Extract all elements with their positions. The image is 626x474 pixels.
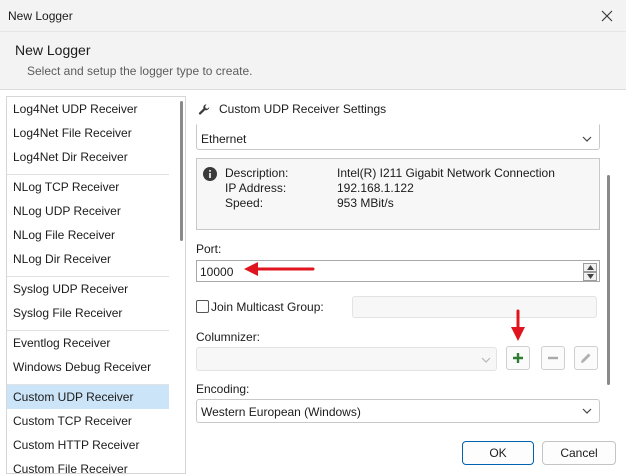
spin-down-button[interactable] [583, 272, 597, 281]
pencil-icon [581, 353, 591, 363]
minus-icon [548, 356, 558, 360]
ok-button[interactable]: OK [462, 441, 534, 465]
settings-title: Custom UDP Receiver Settings [219, 102, 387, 116]
logger-type-item[interactable]: Windows Debug Receiver [7, 355, 169, 379]
ip-address-label: IP Address: [225, 181, 287, 195]
logger-type-item[interactable]: NLog UDP Receiver [7, 199, 169, 223]
network-adapter-select[interactable]: Ethernet [196, 124, 600, 150]
close-button[interactable] [594, 4, 620, 28]
encoding-select[interactable]: Western European (Windows) [196, 399, 600, 423]
chevron-down-icon [586, 274, 594, 279]
port-input[interactable]: 10000 [196, 260, 600, 282]
chevron-up-icon [586, 265, 594, 270]
title-bar: New Logger [0, 0, 626, 32]
speed-value: 953 MBit/s [337, 196, 394, 210]
plus-icon [513, 353, 523, 363]
close-icon [601, 10, 613, 22]
spin-up-button[interactable] [583, 263, 597, 272]
encoding-label: Encoding: [196, 382, 250, 396]
ip-address-value: 192.168.1.122 [337, 181, 414, 195]
description-label: Description: [225, 166, 289, 180]
list-scrollbar[interactable] [180, 101, 183, 241]
speed-label: Speed: [225, 196, 264, 210]
edit-columnizer-button[interactable] [574, 346, 598, 370]
wrench-icon [198, 103, 210, 115]
ok-button-label: OK [489, 446, 507, 460]
logger-type-item[interactable]: NLog Dir Receiver [7, 247, 169, 271]
cancel-button-label: Cancel [560, 446, 598, 460]
dialog-header: New Logger Select and setup the logger t… [0, 32, 626, 90]
logger-type-item[interactable]: Syslog File Receiver [7, 301, 169, 325]
logger-type-list-items: Log4Net UDP Receiver Log4Net File Receive… [7, 97, 169, 473]
port-value: 10000 [200, 265, 234, 279]
join-multicast-checkbox[interactable] [196, 300, 209, 313]
multicast-group-input[interactable] [352, 296, 597, 318]
chevron-down-icon [481, 357, 491, 363]
logger-type-item[interactable]: Log4Net Dir Receiver [7, 145, 169, 169]
network-adapter-value: Ethernet [201, 132, 247, 146]
header-subtitle: Select and setup the logger type to crea… [27, 64, 253, 78]
info-icon [203, 167, 217, 181]
settings-header: Custom UDP Receiver Settings [198, 100, 386, 118]
logger-type-item[interactable]: Eventlog Receiver [7, 331, 169, 355]
join-multicast-label: Join Multicast Group: [211, 300, 324, 314]
logger-type-item[interactable]: Log4Net File Receiver [7, 121, 169, 145]
logger-type-item[interactable]: NLog File Receiver [7, 223, 169, 247]
network-info-panel: Description: Intel(R) I211 Gigabit Netwo… [196, 158, 600, 230]
logger-type-list[interactable]: Log4Net UDP Receiver Log4Net File Receive… [6, 96, 186, 474]
columnizer-label: Columnizer: [196, 330, 261, 344]
logger-type-item[interactable]: Custom TCP Receiver [7, 409, 169, 433]
logger-type-item[interactable]: Custom HTTP Receiver [7, 433, 169, 457]
logger-type-item[interactable]: Custom File Receiver [7, 457, 169, 473]
window-title: New Logger [8, 9, 73, 23]
chevron-down-icon [582, 408, 592, 414]
chevron-down-icon [582, 136, 592, 142]
cancel-button[interactable]: Cancel [542, 441, 616, 465]
description-value: Intel(R) I211 Gigabit Network Connection [337, 166, 555, 180]
settings-scrollbar[interactable] [607, 175, 610, 385]
logger-type-item[interactable]: Custom UDP Receiver [7, 385, 169, 409]
add-columnizer-button[interactable] [506, 346, 530, 370]
logger-type-item[interactable]: Log4Net UDP Receiver [7, 97, 169, 121]
columnizer-select[interactable] [196, 347, 497, 371]
logger-type-item[interactable]: Syslog UDP Receiver [7, 277, 169, 301]
remove-columnizer-button[interactable] [541, 346, 565, 370]
header-title: New Logger [15, 42, 91, 58]
port-spinner[interactable] [583, 263, 597, 281]
port-label: Port: [196, 242, 222, 256]
encoding-value: Western European (Windows) [201, 405, 361, 419]
logger-type-item[interactable]: NLog TCP Receiver [7, 175, 169, 199]
